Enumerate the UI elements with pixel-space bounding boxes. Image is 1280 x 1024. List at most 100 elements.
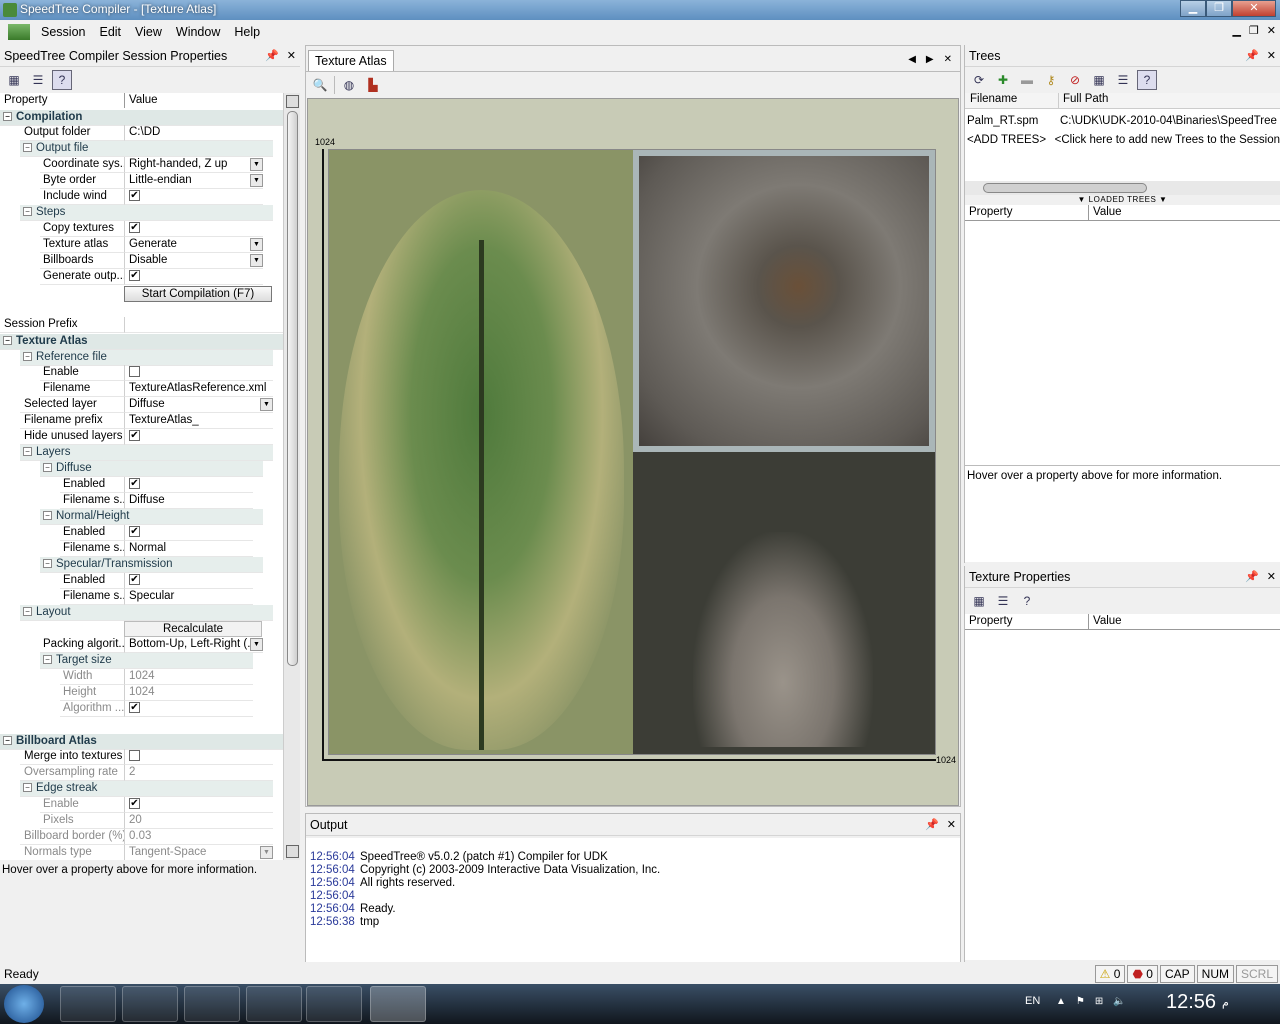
category-compilation[interactable]: − Compilation: [0, 110, 283, 126]
props-scrollbar[interactable]: [283, 93, 300, 860]
prop-texture-atlas-step[interactable]: Texture atlas Generate ▼: [40, 237, 263, 253]
loaded-trees-label[interactable]: ▼ LOADED TREES ▼: [965, 195, 1280, 205]
tab-scroll-right-icon[interactable]: ▶: [926, 54, 934, 65]
close-icon[interactable]: ✕: [1232, 0, 1276, 17]
internet-explorer-icon[interactable]: [60, 986, 116, 1022]
refresh-icon[interactable]: ⟳: [969, 70, 989, 90]
prop-edge-enable[interactable]: Enable ✔: [40, 797, 273, 813]
prop-diffuse-suffix[interactable]: Filename s... Diffuse: [60, 493, 253, 509]
menu-window[interactable]: Window: [169, 25, 227, 39]
checkbox[interactable]: [129, 750, 140, 762]
recalculate-button[interactable]: Recalculate: [124, 621, 262, 637]
prop-generate-output[interactable]: Generate outp... ✔: [40, 269, 263, 285]
start-compilation-button[interactable]: Start Compilation (F7): [124, 286, 272, 302]
chrome-icon[interactable]: [246, 986, 302, 1022]
prop-hide-unused-layers[interactable]: Hide unused layers ✔: [20, 429, 273, 445]
prop-session-prefix[interactable]: Session Prefix: [0, 317, 283, 333]
category-texture-atlas[interactable]: − Texture Atlas: [0, 334, 283, 350]
flag-icon[interactable]: ⚑: [1076, 996, 1085, 1007]
prop-selected-layer[interactable]: Selected layer Diffuse ▼: [20, 397, 273, 413]
prop-diffuse-enabled[interactable]: Enabled ✔: [60, 477, 253, 493]
scroll-thumb[interactable]: [287, 111, 298, 666]
add-icon[interactable]: ✚: [993, 70, 1013, 90]
tree-row[interactable]: <ADD TREES> <Click here to add new Trees …: [965, 130, 1280, 149]
checkbox[interactable]: ✔: [129, 702, 140, 714]
group-layout[interactable]: − Layout: [20, 605, 273, 621]
prop-filename-prefix[interactable]: Filename prefix TextureAtlas_: [20, 413, 273, 429]
prop-algorithm[interactable]: Algorithm ... ✔: [60, 701, 253, 717]
group-output-file[interactable]: − Output file: [20, 141, 273, 157]
tree-row[interactable]: Palm_RT.spm C:\UDK\UDK-2010-04\Binaries\S…: [965, 111, 1280, 130]
group-steps[interactable]: − Steps: [20, 205, 273, 221]
minimize-icon[interactable]: ▁: [1180, 0, 1206, 17]
prop-coordinate-system[interactable]: Coordinate sys... Right-handed, Z up ▼: [40, 157, 263, 173]
checkbox[interactable]: ✔: [129, 478, 140, 490]
checkbox[interactable]: ✔: [129, 430, 140, 442]
prop-normal-suffix[interactable]: Filename s... Normal: [60, 541, 253, 557]
tab-texture-atlas[interactable]: Texture Atlas: [308, 50, 394, 71]
checkbox[interactable]: [129, 366, 140, 378]
pin-icon[interactable]: 📌: [1245, 49, 1259, 62]
prop-output-folder[interactable]: Output folder C:\DD: [20, 125, 273, 141]
prop-copy-textures[interactable]: Copy textures ✔: [40, 221, 263, 237]
restore-icon[interactable]: ❐: [1206, 0, 1232, 17]
alphabetical-icon[interactable]: ☰: [993, 591, 1013, 611]
mdi-close-icon[interactable]: ✕: [1267, 24, 1276, 37]
panel-close-icon[interactable]: ✕: [947, 818, 956, 831]
alphabetical-icon[interactable]: ☰: [28, 70, 48, 90]
checkbox[interactable]: ✔: [129, 798, 140, 810]
prop-billboard-border[interactable]: Billboard border (%) 0.03: [20, 829, 273, 845]
help-pointer-icon[interactable]: ?: [1017, 591, 1037, 611]
prop-specular-suffix[interactable]: Filename s... Specular: [60, 589, 253, 605]
tab-scroll-left-icon[interactable]: ◀: [908, 54, 916, 65]
prop-byte-order[interactable]: Byte order Little-endian ▼: [40, 173, 263, 189]
remove-icon[interactable]: ▬: [1017, 70, 1037, 90]
panel-close-icon[interactable]: ✕: [287, 49, 296, 62]
scroll-up-icon[interactable]: [286, 95, 299, 108]
prop-oversampling-rate[interactable]: Oversampling rate 2: [20, 765, 273, 781]
zoom-icon[interactable]: 🔍: [310, 75, 330, 95]
prop-packing-algorithm[interactable]: Packing algorit... Bottom-Up, Left-Right …: [40, 637, 263, 653]
categorized-icon[interactable]: ▦: [1089, 70, 1109, 90]
prop-include-wind[interactable]: Include wind ✔: [40, 189, 263, 205]
group-normal-height[interactable]: − Normal/Height: [40, 509, 263, 525]
group-layers[interactable]: − Layers: [20, 445, 273, 461]
mdi-restore-icon[interactable]: ❐: [1249, 24, 1259, 37]
menu-view[interactable]: View: [128, 25, 169, 39]
group-reference-file[interactable]: − Reference file: [20, 350, 273, 366]
prop-height[interactable]: Height 1024: [60, 685, 253, 701]
panel-close-icon[interactable]: ✕: [1267, 570, 1276, 583]
document-close-icon[interactable]: ✕: [944, 54, 952, 65]
prop-pixels[interactable]: Pixels 20: [40, 813, 273, 829]
menu-edit[interactable]: Edit: [92, 25, 128, 39]
help-pointer-icon[interactable]: ?: [1137, 70, 1157, 90]
prop-merge-into-textures[interactable]: Merge into textures: [20, 749, 273, 765]
group-specular[interactable]: − Specular/Transmission: [40, 557, 263, 573]
mdi-minimize-icon[interactable]: ▁: [1232, 24, 1240, 37]
checkbox[interactable]: ✔: [129, 526, 140, 538]
panel-close-icon[interactable]: ✕: [1267, 49, 1276, 62]
prop-billboards[interactable]: Billboards Disable ▼: [40, 253, 263, 269]
stop-icon[interactable]: ⊘: [1065, 70, 1085, 90]
start-button[interactable]: [4, 985, 44, 1023]
volume-icon[interactable]: 🔈: [1113, 996, 1125, 1007]
checkbox[interactable]: ✔: [129, 270, 140, 282]
prop-normals-type[interactable]: Normals type Tangent-Space ▼: [20, 845, 273, 860]
pin-icon[interactable]: 📌: [265, 49, 279, 62]
clock[interactable]: 12:56: [1166, 991, 1216, 1014]
help-pointer-icon[interactable]: ?: [52, 70, 72, 90]
menu-session[interactable]: Session: [34, 25, 92, 39]
network-icon[interactable]: ⊞: [1095, 996, 1103, 1007]
prop-normal-enabled[interactable]: Enabled ✔: [60, 525, 253, 541]
sphere-icon[interactable]: ◍: [339, 75, 359, 95]
trees-hscrollbar[interactable]: [965, 181, 1280, 195]
categorized-icon[interactable]: ▦: [4, 70, 24, 90]
prop-specular-enabled[interactable]: Enabled ✔: [60, 573, 253, 589]
errors-indicator[interactable]: ⬣ 0: [1127, 965, 1158, 983]
alphabetical-icon[interactable]: ☰: [1113, 70, 1133, 90]
menu-help[interactable]: Help: [227, 25, 267, 39]
group-edge-streak[interactable]: − Edge streak: [20, 781, 273, 797]
categorized-icon[interactable]: ▦: [969, 591, 989, 611]
media-player-icon[interactable]: [184, 986, 240, 1022]
prop-ref-enable[interactable]: Enable: [40, 365, 273, 381]
